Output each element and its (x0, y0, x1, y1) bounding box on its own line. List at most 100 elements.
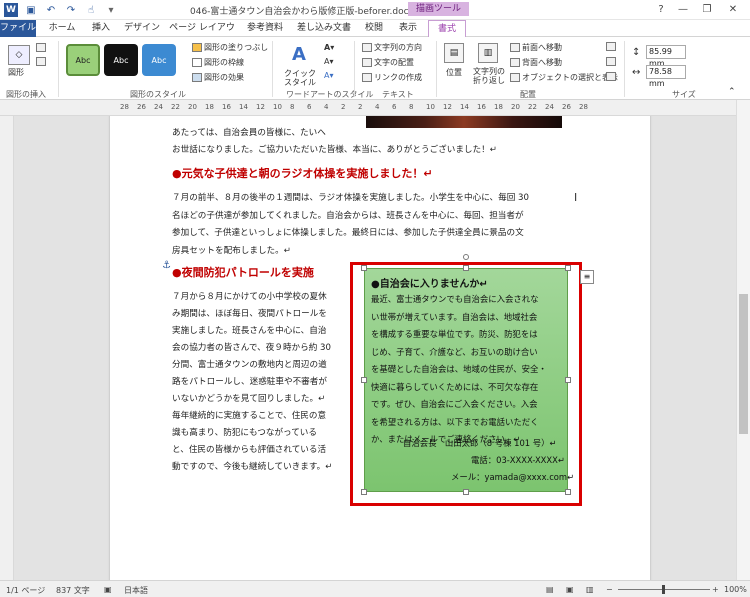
resize-handle[interactable] (361, 377, 367, 383)
tab-page-layout[interactable]: ページ レイアウト (166, 20, 238, 50)
header-photo[interactable] (366, 116, 562, 128)
resize-handle[interactable] (565, 489, 571, 495)
shapes-button-label[interactable]: 図形 (8, 67, 24, 78)
paragraph-line: ７月から８月にかけての小中学校の夏休 (172, 292, 327, 302)
ruler-tick-label: 10 (426, 103, 435, 111)
textbox-line: 快適に暮らしていくためには、不可欠な存在 (371, 381, 539, 392)
group-label-insert-shapes: 図形の挿入 (6, 90, 46, 99)
customize-qat-icon[interactable]: ▾ (104, 3, 118, 17)
position-label[interactable]: 位置 (446, 67, 462, 78)
zoom-out-icon[interactable]: − (606, 585, 613, 594)
quick-styles-icon[interactable]: A (288, 43, 310, 65)
resize-handle[interactable] (565, 265, 571, 271)
shape-height-input[interactable]: 85.99 mm (646, 45, 686, 68)
save-icon[interactable]: ▣ (24, 3, 38, 17)
rotate-icon[interactable] (606, 72, 616, 81)
text-effects-icon[interactable]: A▾ (324, 71, 334, 80)
resize-handle[interactable] (361, 265, 367, 271)
align-text-button[interactable]: 文字の配置 (362, 57, 414, 68)
collapse-ribbon-icon[interactable]: ⌃ (728, 87, 736, 97)
group-label-text: テキスト (382, 90, 414, 99)
shape-outline-button[interactable]: 図形の枠線 (192, 57, 244, 68)
ruler-tick-label: 8 (290, 103, 295, 111)
ruler-tick-label: 10 (273, 103, 282, 111)
close-button[interactable]: ✕ (722, 2, 744, 18)
ruler-tick-label: 28 (579, 103, 588, 111)
text-outline-icon[interactable]: A▾ (324, 57, 334, 66)
tab-format[interactable]: 書式 (428, 20, 466, 37)
resize-handle[interactable] (463, 265, 469, 271)
minimize-button[interactable]: — (672, 2, 694, 18)
bring-forward-button[interactable]: 前面へ移動 (510, 42, 562, 53)
send-backward-button[interactable]: 背面へ移動 (510, 57, 562, 68)
touch-mode-icon[interactable]: ☝ (84, 3, 98, 17)
style-thumb-blue[interactable]: Abc (142, 44, 176, 76)
page-count[interactable]: 1/1 ページ (6, 585, 45, 596)
redo-icon[interactable]: ↷ (64, 3, 78, 17)
undo-icon[interactable]: ↶ (44, 3, 58, 17)
tab-view[interactable]: 表示 (392, 20, 424, 37)
edit-shape-icon[interactable] (36, 43, 46, 52)
ruler-tick-label: 24 (154, 103, 163, 111)
ruler-tick-label: 6 (392, 103, 397, 111)
horizontal-ruler[interactable]: 28 26 24 22 20 18 16 14 12 10 8 6 4 2 2 4 6 8 10 12 14 16 18 20… (0, 100, 750, 116)
resize-handle[interactable] (565, 377, 571, 383)
tab-file[interactable]: ファイル (0, 20, 36, 37)
zoom-in-icon[interactable]: + (712, 585, 719, 594)
style-thumb-green[interactable]: Abc (66, 44, 100, 76)
tab-references[interactable]: 参考資料 (240, 20, 290, 37)
ruler-tick-label: 8 (409, 103, 414, 111)
text-fill-icon[interactable]: A▾ (324, 43, 334, 52)
position-icon[interactable]: ▤ (444, 43, 464, 63)
resize-handle[interactable] (463, 489, 469, 495)
web-layout-icon[interactable]: ▥ (586, 585, 594, 594)
print-layout-icon[interactable]: ▣ (566, 585, 574, 594)
proofing-icon[interactable]: ▣ (104, 585, 112, 594)
draw-textbox-icon[interactable] (36, 57, 46, 66)
wrap-text-label[interactable]: 文字列の折り返し (472, 67, 506, 85)
zoom-slider-thumb[interactable] (662, 585, 665, 594)
shape-width-input[interactable]: 78.58 mm (646, 65, 686, 88)
word-app-icon[interactable]: W (4, 3, 18, 17)
quick-styles-label[interactable]: クイック スタイル (282, 69, 318, 87)
zoom-level[interactable]: 100% (724, 585, 747, 594)
tab-mailings[interactable]: 差し込み文書 (292, 20, 356, 37)
textbox-contact-line: 自治会長 山田太郎（8 号棟 101 号）↵ (403, 438, 557, 448)
tab-home[interactable]: ホーム (42, 20, 82, 37)
create-link-button[interactable]: リンクの作成 (362, 72, 422, 83)
group-label-size: サイズ (672, 90, 696, 99)
textbox-contact-line: メール：yamada@xxxx.com↵ (451, 472, 575, 482)
group-objects-icon[interactable] (606, 57, 616, 66)
tab-design[interactable]: デザイン (120, 20, 164, 37)
shapes-icon[interactable]: ◇ (8, 45, 30, 65)
membership-textbox[interactable]: ●自治会に入りませんか↵ 最近、富士通タウンでも自治会に入会されな い世帯が増えて… (364, 268, 574, 492)
tab-insert[interactable]: 挿入 (84, 20, 118, 37)
selection-pane-button[interactable]: オブジェクトの選択と表示 (510, 72, 618, 83)
paragraph-line: 動ですので、今後も継続していきます。↵ (172, 462, 333, 472)
paragraph-line: 参加して、子供達といっしょに体操しました。最終日には、参加した子供達全員に景品の… (172, 228, 524, 238)
resize-handle[interactable] (361, 489, 367, 495)
tab-review[interactable]: 校閲 (358, 20, 390, 37)
anchor-icon[interactable]: ⚓ (162, 258, 171, 275)
language-indicator[interactable]: 日本語 (124, 585, 148, 596)
align-icon[interactable] (606, 42, 616, 51)
text-direction-button[interactable]: 文字列の方向 (362, 42, 422, 53)
rotate-handle[interactable] (463, 254, 469, 260)
vertical-scrollbar[interactable] (736, 100, 750, 580)
paragraph-line: 実施しました。班長さんを中心に、自治 (172, 326, 327, 336)
paragraph-line: と、住民の皆様からも評価されている活 (172, 445, 327, 455)
scrollbar-thumb[interactable] (739, 294, 748, 434)
help-button[interactable]: ? (650, 2, 672, 18)
shape-fill-button[interactable]: 図形の塗りつぶし (192, 42, 268, 53)
style-thumb-black[interactable]: Abc (104, 44, 138, 76)
read-mode-icon[interactable]: ▤ (546, 585, 554, 594)
vertical-ruler[interactable] (0, 116, 14, 580)
textbox-title: ●自治会に入りませんか↵ (371, 279, 488, 290)
shape-effects-button[interactable]: 図形の効果 (192, 72, 244, 83)
wrap-text-icon[interactable]: ▥ (478, 43, 498, 63)
align-text-icon (362, 58, 372, 67)
restore-button[interactable]: ❐ (696, 2, 718, 18)
word-count[interactable]: 837 文字 (56, 585, 90, 596)
ruler-tick-label: 20 (188, 103, 197, 111)
layout-options-icon[interactable]: ≡ (580, 270, 594, 284)
